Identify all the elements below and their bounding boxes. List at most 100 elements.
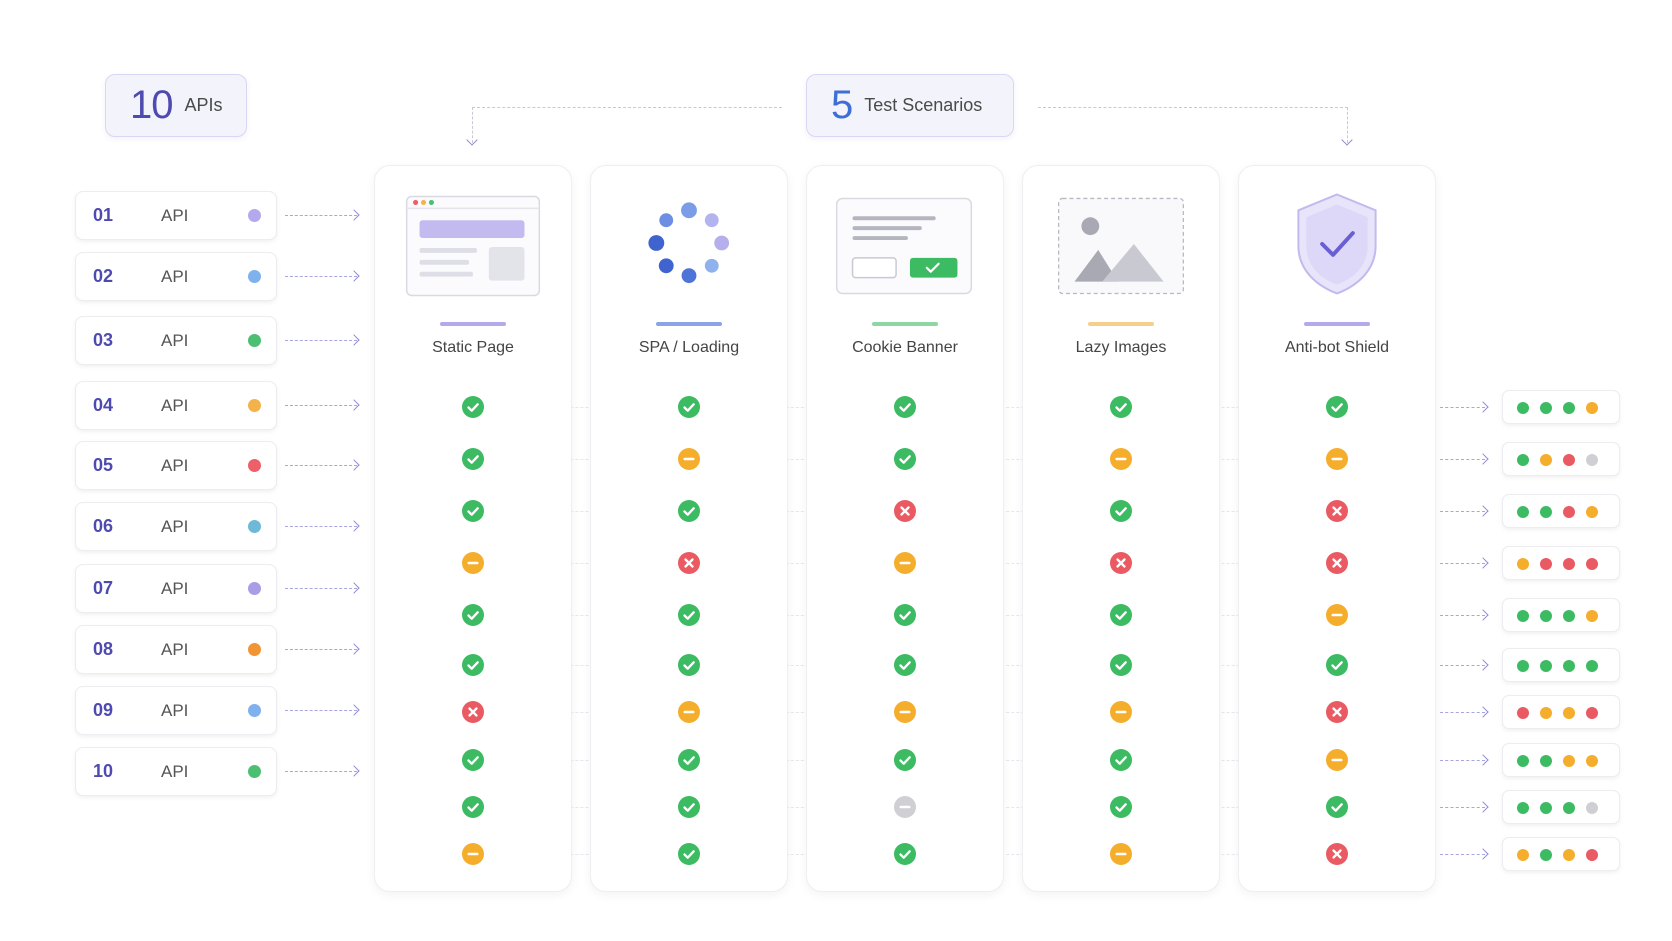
summary-dot-fail [1586, 849, 1598, 861]
status-pass-icon [678, 396, 700, 418]
summary-dot-fail [1563, 558, 1575, 570]
result-summary-card [1502, 494, 1620, 528]
api-card-09[interactable]: 09 API [75, 686, 277, 735]
api-name: API [161, 761, 189, 781]
scenario-bracket-right [1038, 107, 1348, 108]
status-pass-icon [894, 604, 916, 626]
summary-dot-pass [1517, 454, 1529, 466]
api-color-dot [248, 270, 261, 283]
summary-dot-pass [1517, 506, 1529, 518]
chevron-right-icon [1477, 609, 1489, 621]
chevron-right-icon [1477, 401, 1489, 413]
result-summary-card [1502, 743, 1620, 777]
scenario-title: Anti-bot Shield [1284, 339, 1390, 356]
result-summary-card [1502, 390, 1620, 424]
scenarios-count: 5 [831, 83, 853, 127]
summary-dot-partial [1563, 755, 1575, 767]
chevron-right-icon [348, 765, 360, 777]
status-pass-icon [462, 796, 484, 818]
status-partial-icon [1326, 749, 1348, 771]
summary-dot-pass [1563, 802, 1575, 814]
api-card-05[interactable]: 05 API [75, 441, 277, 490]
scenario-bracket-left [472, 107, 782, 108]
api-connector [285, 771, 357, 772]
api-index: 10 [93, 761, 114, 781]
chevron-right-icon [1477, 754, 1489, 766]
api-card-07[interactable]: 07 API [75, 564, 277, 613]
status-fail-icon [1110, 552, 1132, 574]
api-card-06[interactable]: 06 API [75, 502, 277, 551]
api-connector [285, 340, 357, 341]
summary-dot-pass [1540, 755, 1552, 767]
summary-dot-fail [1563, 506, 1575, 518]
api-connector [285, 276, 357, 277]
status-pass-icon [678, 749, 700, 771]
result-summary-card [1502, 442, 1620, 476]
api-index: 05 [93, 455, 114, 475]
scenario-title: Static Page [432, 339, 514, 356]
summary-dot-pass [1540, 849, 1552, 861]
api-card-04[interactable]: 04 API [75, 381, 277, 430]
cookie-consent-icon [835, 197, 973, 295]
api-color-dot [248, 643, 261, 656]
api-name: API [161, 639, 189, 659]
bracket-arrow-left-icon [466, 134, 478, 146]
api-card-03[interactable]: 03 API [75, 316, 277, 365]
status-fail-icon [894, 500, 916, 522]
api-card-01[interactable]: 01 API [75, 191, 277, 240]
status-pass-icon [462, 448, 484, 470]
summary-dot-pass [1586, 660, 1598, 672]
api-card-10[interactable]: 10 API [75, 747, 277, 796]
scenarios-label: Test Scenarios [864, 95, 983, 115]
chevron-right-icon [348, 582, 360, 594]
status-partial-icon [462, 552, 484, 574]
chevron-right-icon [348, 270, 360, 282]
result-summary-card [1502, 546, 1620, 580]
status-fail-icon [1326, 701, 1348, 723]
api-name: API [161, 578, 189, 598]
summary-dot-pass [1517, 610, 1529, 622]
api-card-02[interactable]: 02 API [75, 252, 277, 301]
status-pass-icon [462, 654, 484, 676]
api-name: API [161, 395, 189, 415]
scenario-column-spa-loading: SPA / Loading [590, 165, 788, 892]
api-connector [285, 215, 357, 216]
chevron-right-icon [1477, 505, 1489, 517]
api-color-dot [248, 704, 261, 717]
summary-dot-partial [1563, 707, 1575, 719]
scenario-accent-bar [440, 322, 506, 326]
apis-count: 10 [130, 83, 173, 127]
api-connector [285, 588, 357, 589]
api-connector [285, 526, 357, 527]
api-index: 02 [93, 266, 114, 286]
summary-dot-pass [1540, 660, 1552, 672]
status-pass-icon [678, 654, 700, 676]
api-color-dot [248, 520, 261, 533]
api-name: API [161, 516, 189, 536]
summary-dot-pass [1517, 660, 1529, 672]
status-fail-icon [1326, 843, 1348, 865]
status-partial-icon [1110, 701, 1132, 723]
result-summary-card [1502, 695, 1620, 729]
status-pass-icon [894, 749, 916, 771]
chevron-right-icon [348, 704, 360, 716]
scenario-column-lazy-images: Lazy Images [1022, 165, 1220, 892]
summary-dot-pass [1540, 802, 1552, 814]
status-partial-icon [462, 843, 484, 865]
chevron-right-icon [348, 399, 360, 411]
api-index: 01 [93, 205, 114, 225]
status-pass-icon [462, 500, 484, 522]
scenario-accent-bar [1088, 322, 1154, 326]
status-fail-icon [462, 701, 484, 723]
status-pass-icon [1110, 500, 1132, 522]
summary-dot-partial [1586, 506, 1598, 518]
status-pass-icon [894, 448, 916, 470]
bracket-arrow-right-icon [1341, 134, 1353, 146]
api-connector [285, 465, 357, 466]
status-partial-icon [1326, 448, 1348, 470]
status-pass-icon [894, 843, 916, 865]
summary-dot-partial [1563, 849, 1575, 861]
api-card-08[interactable]: 08 API [75, 625, 277, 674]
summary-dot-fail [1586, 558, 1598, 570]
api-color-dot [248, 765, 261, 778]
